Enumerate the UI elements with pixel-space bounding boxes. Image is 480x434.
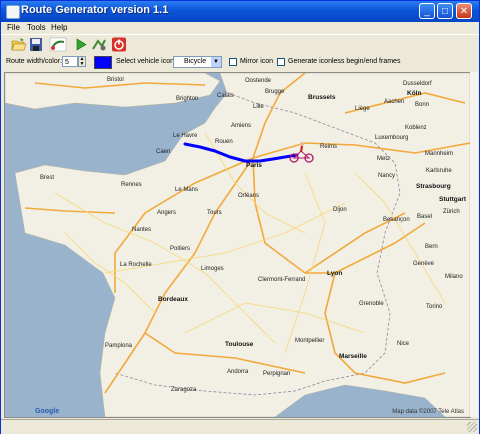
place-label: Nantes xyxy=(132,227,151,233)
menu-bar: File Tools Help xyxy=(1,22,479,33)
place-label: Liège xyxy=(355,106,370,112)
map-graphic[interactable]: Bristol Brighton Oostende Brugge Brussel… xyxy=(5,73,470,417)
close-button[interactable]: ✕ xyxy=(456,3,472,19)
window-title: Route Generator version 1.1 xyxy=(21,4,169,16)
place-label: Zürich xyxy=(443,209,460,215)
place-label: Lyon xyxy=(327,270,342,277)
place-label: Nice xyxy=(397,341,410,347)
place-label: Mannheim xyxy=(425,151,453,157)
place-label: Bristol xyxy=(107,77,124,83)
google-logo: Google xyxy=(35,408,60,415)
place-label: Orléans xyxy=(238,193,259,199)
place-label: Oostende xyxy=(245,78,272,84)
toolbar xyxy=(1,34,479,55)
map-canvas[interactable]: Bristol Brighton Oostende Brugge Brussel… xyxy=(4,72,471,418)
chevron-down-icon[interactable]: ▼ xyxy=(211,57,221,67)
mirror-checkbox[interactable] xyxy=(229,58,237,66)
place-label: La Rochelle xyxy=(120,262,152,268)
open-folder-icon[interactable] xyxy=(11,37,27,52)
route-width-input[interactable]: 5 xyxy=(62,56,78,67)
place-label: Pamplona xyxy=(105,343,133,349)
vehicle-select[interactable]: Bicycle ▼ xyxy=(173,56,222,68)
power-stop-icon[interactable] xyxy=(111,37,127,52)
iconless-label: Generate iconless begin/end frames xyxy=(288,58,401,65)
place-label: Rennes xyxy=(121,182,142,188)
place-label: Nancy xyxy=(378,173,395,179)
route-tool-icon[interactable] xyxy=(91,37,107,52)
route-color-swatch[interactable] xyxy=(94,56,112,69)
place-label: Brugge xyxy=(265,89,285,95)
place-label: Bern xyxy=(425,244,438,250)
minimize-button[interactable]: _ xyxy=(419,3,435,19)
place-label: Grenoble xyxy=(359,301,384,307)
draw-route-icon[interactable] xyxy=(49,37,67,52)
place-label: Poitiers xyxy=(170,246,190,252)
window-edge xyxy=(470,72,478,417)
place-label: Bonn xyxy=(415,102,429,108)
place-label: Zaragoza xyxy=(171,387,197,393)
place-label: Clermont-Ferrand xyxy=(258,277,305,283)
place-label: Genève xyxy=(413,261,435,267)
place-label: Köln xyxy=(407,90,421,97)
vehicle-label: Select vehicle icon: xyxy=(116,58,176,65)
place-label: Brest xyxy=(40,175,54,181)
route-width-stepper[interactable]: ▲ ▼ xyxy=(78,56,86,67)
place-label: Brussels xyxy=(308,94,336,101)
vehicle-select-value: Bicycle xyxy=(184,58,207,65)
place-label: Luxembourg xyxy=(375,135,408,141)
save-disk-icon[interactable] xyxy=(28,37,44,52)
place-label: Paris xyxy=(246,162,262,169)
place-label: Le Mans xyxy=(175,187,198,193)
place-label: Aachen xyxy=(384,99,404,105)
place-label: Milano xyxy=(445,274,463,280)
place-label: Brighton xyxy=(176,96,198,102)
status-bar xyxy=(1,419,479,434)
place-label: Marseille xyxy=(339,353,367,360)
app-window: Route Generator version 1.1 _ □ ✕ File T… xyxy=(0,0,480,434)
place-label: Basel xyxy=(417,214,432,220)
place-label: Rouen xyxy=(215,139,233,145)
place-label: Tours xyxy=(207,210,222,216)
place-label: Lille xyxy=(253,104,264,110)
title-bar[interactable]: Route Generator version 1.1 _ □ ✕ xyxy=(1,1,479,22)
place-label: Dusseldorf xyxy=(403,81,432,87)
place-label: Karlsruhe xyxy=(426,168,452,174)
place-label: Limoges xyxy=(201,266,224,272)
menu-file[interactable]: File xyxy=(7,22,20,33)
place-label: Besançon xyxy=(383,217,410,223)
place-label: Montpellier xyxy=(295,338,324,344)
place-label: Caen xyxy=(156,149,170,155)
place-label: Angers xyxy=(157,210,176,216)
app-icon xyxy=(6,5,20,19)
menu-tools[interactable]: Tools xyxy=(27,22,46,33)
play-icon[interactable] xyxy=(73,37,89,52)
place-label: Toulouse xyxy=(225,341,254,348)
place-label: Strasbourg xyxy=(416,183,451,190)
place-label: Stuttgart xyxy=(439,196,467,203)
place-label: Le Havre xyxy=(173,133,198,139)
route-width-label: Route width/color: xyxy=(6,58,63,65)
mirror-label: Mirror icon xyxy=(240,58,274,65)
place-label: Andorra xyxy=(227,369,249,375)
options-bar: Route width/color: 5 ▲ ▼ Select vehicle i… xyxy=(1,54,479,71)
resize-grip-icon[interactable] xyxy=(467,422,477,432)
place-label: Koblenz xyxy=(405,125,427,131)
place-label: Perpignan xyxy=(263,371,290,377)
place-label: Reims xyxy=(320,144,337,150)
place-label: Metz xyxy=(377,156,390,162)
iconless-checkbox[interactable] xyxy=(277,58,285,66)
maximize-button[interactable]: □ xyxy=(437,3,453,19)
place-label: Dijon xyxy=(333,207,347,213)
place-label: Calais xyxy=(217,93,234,99)
place-label: Amiens xyxy=(231,123,251,129)
menu-help[interactable]: Help xyxy=(51,22,67,33)
place-label: Torino xyxy=(426,304,443,310)
map-copyright: Map data ©2007 Tele Atlas xyxy=(392,409,464,415)
place-label: Bordeaux xyxy=(158,296,188,303)
